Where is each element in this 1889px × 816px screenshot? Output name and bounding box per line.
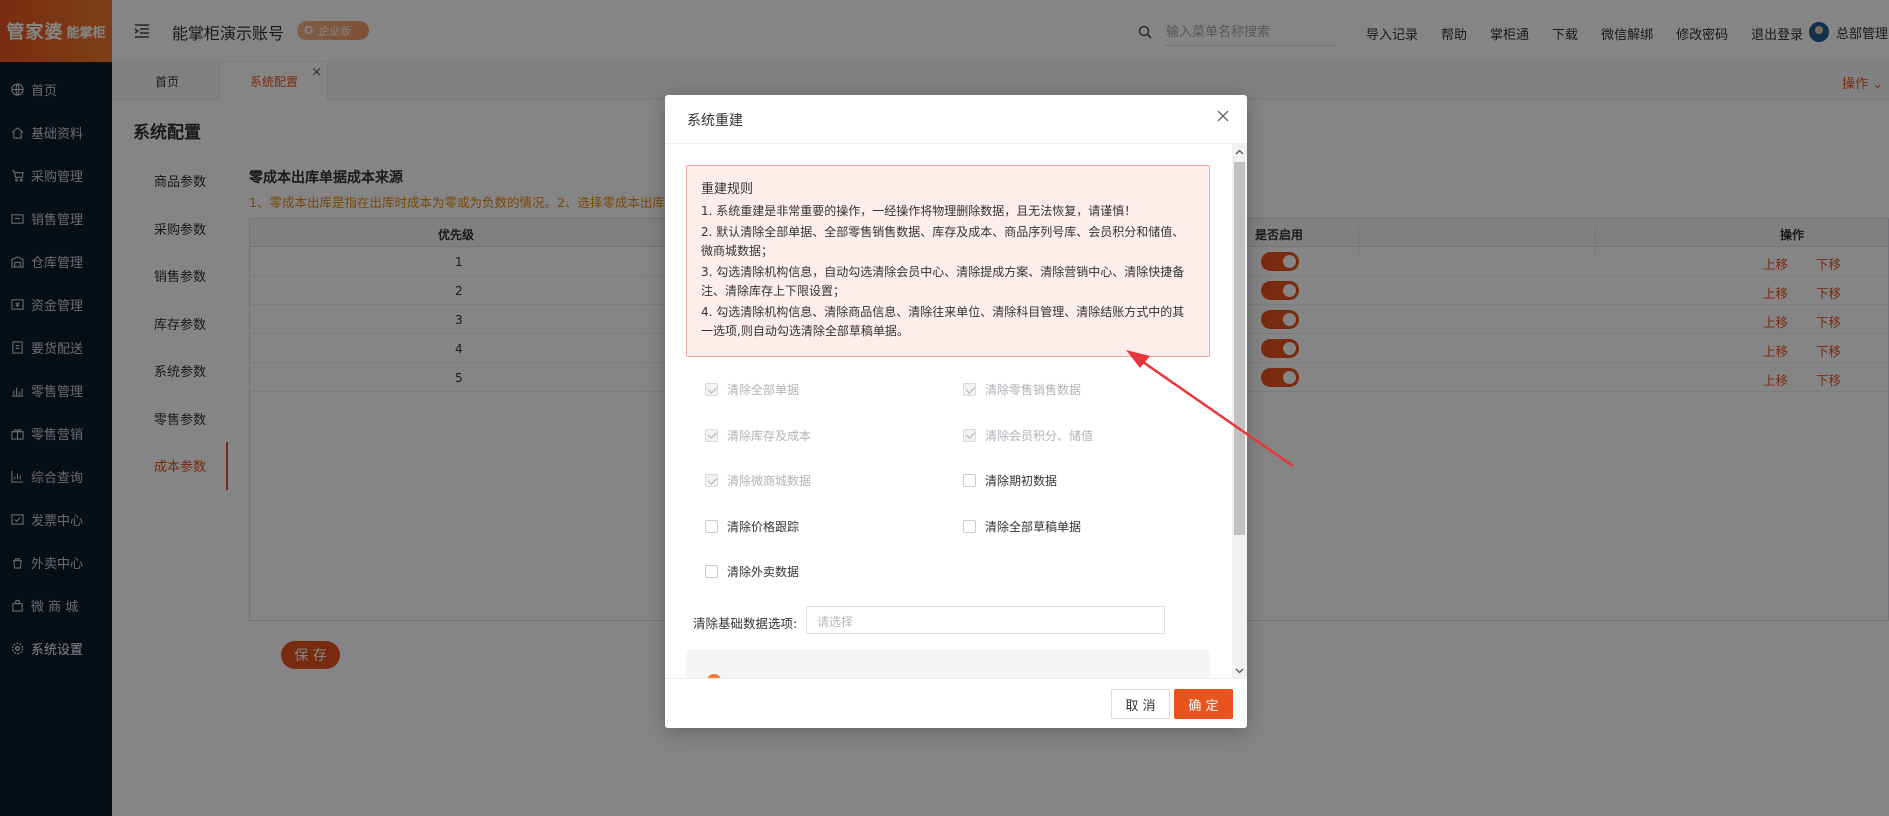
rebuild-dialog: 系统重建 重建规则 1. 系统重建是非常重要的操作，一经操作将物理删除数据，且无…	[665, 95, 1247, 728]
checkbox-label: 清除库存及成本	[727, 428, 812, 443]
basic-data-label: 清除基础数据选项:	[693, 616, 798, 631]
scroll-down-icon[interactable]	[1235, 666, 1244, 675]
check-clear-retail-sales[interactable]: 清除零售销售数据	[963, 381, 1081, 398]
rebuild-rules-box: 重建规则 1. 系统重建是非常重要的操作，一经操作将物理删除数据，且无法恢复，请…	[686, 165, 1210, 357]
checkbox[interactable]	[963, 383, 976, 396]
scroll-up-icon[interactable]	[1235, 148, 1244, 157]
cancel-button[interactable]: 取 消	[1111, 689, 1170, 719]
rule-line: 2. 默认清除全部单据、全部零售销售数据、库存及成本、商品序列号库、会员积分和储…	[701, 225, 1185, 258]
checkbox[interactable]	[705, 565, 718, 578]
checkbox-label: 清除全部草稿单据	[985, 520, 1082, 534]
check-clear-draft-bills[interactable]: 清除全部草稿单据	[963, 518, 1081, 535]
dialog-scrollbar[interactable]	[1232, 144, 1247, 678]
checkbox-label: 清除会员积分、储值	[985, 428, 1094, 443]
checkbox[interactable]	[963, 428, 976, 442]
basic-data-select[interactable]: 请选择	[806, 606, 1165, 634]
check-clear-member-points[interactable]: 清除会员积分、储值	[963, 427, 1093, 444]
dialog-header: 系统重建	[665, 95, 1247, 144]
checkbox-label: 清除全部单据	[727, 383, 800, 397]
checkbox-label: 清除零售销售数据	[985, 383, 1082, 397]
rules-title: 重建规则	[701, 182, 754, 197]
scrollbar-thumb[interactable]	[1234, 162, 1245, 535]
check-clear-all-bills[interactable]: 清除全部单据	[705, 381, 799, 398]
checkbox-label: 清除微商城数据	[727, 474, 812, 488]
confirm-button[interactable]: 确 定	[1174, 689, 1233, 719]
checkbox[interactable]	[963, 520, 976, 533]
check-clear-opening-data[interactable]: 清除期初数据	[963, 472, 1057, 489]
checkbox[interactable]	[963, 474, 976, 487]
checkbox-label: 清除外卖数据	[727, 565, 800, 579]
checkbox-label: 清除期初数据	[985, 474, 1058, 488]
checkbox[interactable]	[705, 383, 718, 396]
check-clear-mall-data[interactable]: 清除微商城数据	[705, 472, 811, 489]
checkbox[interactable]	[705, 428, 718, 442]
info-panel	[686, 650, 1210, 678]
check-clear-stock-cost[interactable]: 清除库存及成本	[705, 427, 811, 444]
check-clear-takeout-data[interactable]: 清除外卖数据	[705, 563, 799, 580]
check-clear-price-tracking[interactable]: 清除价格跟踪	[705, 518, 799, 535]
rule-line: 1. 系统重建是非常重要的操作，一经操作将物理删除数据，且无法恢复，请谨慎！	[701, 204, 1137, 218]
rule-line: 3. 勾选清除机构信息，自动勾选清除会员中心、清除提成方案、清除营销中心、清除快…	[701, 265, 1185, 298]
dialog-body: 重建规则 1. 系统重建是非常重要的操作，一经操作将物理删除数据，且无法恢复，请…	[665, 144, 1247, 678]
close-icon[interactable]	[1215, 108, 1231, 124]
dialog-footer: 取 消 确 定	[665, 678, 1247, 728]
checkbox[interactable]	[705, 474, 718, 487]
dialog-title: 系统重建	[687, 113, 743, 129]
checkbox-label: 清除价格跟踪	[727, 520, 800, 534]
checkbox[interactable]	[705, 520, 718, 533]
rule-line: 4. 勾选清除机构信息、清除商品信息、清除往来单位、清除科目管理、清除结账方式中…	[701, 305, 1185, 338]
